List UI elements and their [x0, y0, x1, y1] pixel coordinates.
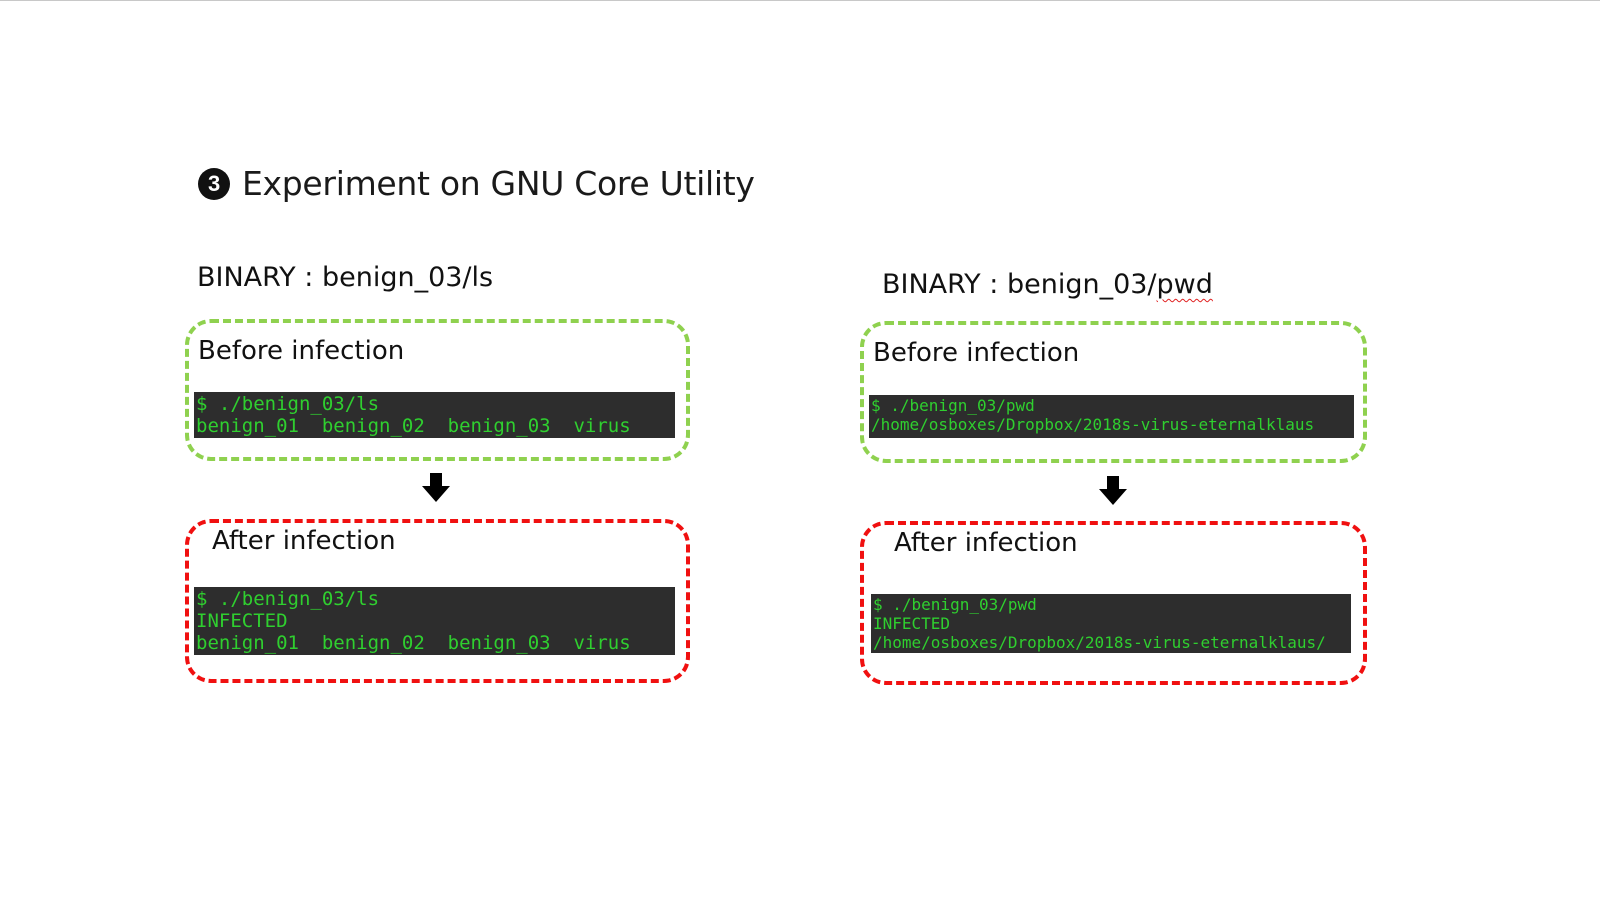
terminal-line: benign_01 benign_02 benign_03 virus [196, 632, 631, 654]
binary-prefix: BINARY : [197, 262, 322, 293]
binary-label-ls: BINARY : benign_03/ls [197, 262, 493, 293]
terminal-before-pwd: $ ./benign_03/pwd /home/osboxes/Dropbox/… [869, 395, 1354, 438]
terminal-line: /home/osboxes/Dropbox/2018s-virus-eterna… [873, 633, 1326, 652]
binary-path-tail: pwd [1156, 269, 1213, 300]
number-3-badge-icon: 3 [198, 167, 230, 200]
binary-path: benign_03/ [1006, 269, 1157, 300]
terminal-after-ls: $ ./benign_03/ls INFECTED benign_01 beni… [194, 587, 675, 655]
terminal-before-ls: $ ./benign_03/ls benign_01 benign_02 ben… [194, 392, 675, 438]
terminal-line: benign_01 benign_02 benign_03 virus [196, 415, 631, 437]
before-infection-label-ls: Before infection [198, 336, 405, 366]
binary-path: benign_03/ [321, 262, 472, 293]
binary-label-pwd: BINARY : benign_03/pwd [882, 269, 1213, 300]
arrow-down-icon [1099, 476, 1127, 505]
arrow-down-icon [422, 473, 450, 502]
after-infection-label-pwd: After infection [894, 528, 1078, 558]
terminal-line: INFECTED [873, 614, 951, 633]
terminal-line: /home/osboxes/Dropbox/2018s-virus-eterna… [871, 415, 1315, 434]
binary-path-tail: ls [471, 262, 494, 293]
slide-title-text: Experiment on GNU Core Utility [242, 164, 755, 203]
terminal-line: $ ./benign_03/pwd [873, 595, 1037, 614]
binary-prefix: BINARY : [882, 269, 1007, 300]
before-infection-label-pwd: Before infection [873, 338, 1080, 368]
slide-title: 3 Experiment on GNU Core Utility [198, 164, 755, 203]
terminal-line: $ ./benign_03/ls [196, 588, 380, 610]
terminal-line: $ ./benign_03/ls [196, 393, 380, 415]
terminal-line: INFECTED [196, 610, 288, 632]
terminal-line: $ ./benign_03/pwd [871, 396, 1035, 415]
after-infection-label-ls: After infection [212, 526, 396, 556]
top-divider [0, 0, 1600, 1]
terminal-after-pwd: $ ./benign_03/pwd INFECTED /home/osboxes… [871, 594, 1351, 653]
